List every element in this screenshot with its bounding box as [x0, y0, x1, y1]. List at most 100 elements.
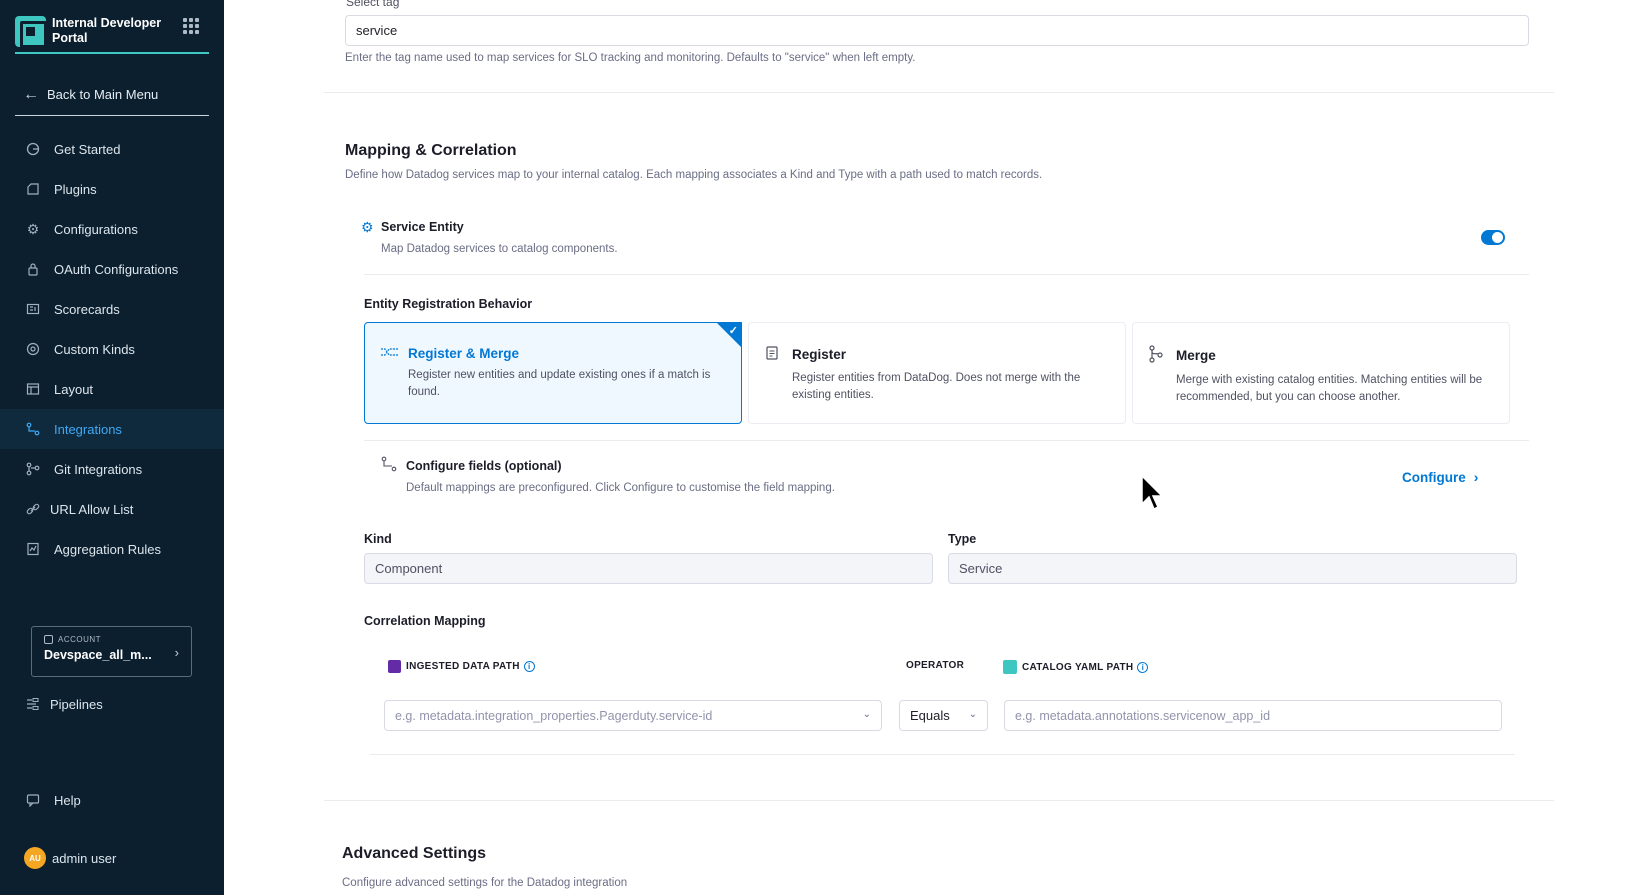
mouse-cursor-icon — [1141, 474, 1164, 511]
sidebar-item-git-integrations[interactable]: Git Integrations — [0, 449, 224, 489]
option-title: Register & Merge — [408, 345, 520, 361]
register-merge-icon — [380, 345, 402, 361]
sidebar-item-label: Layout — [54, 381, 94, 397]
info-icon[interactable]: i — [1137, 661, 1149, 673]
col-ingested-data-path: INGESTED DATA PATH i — [388, 660, 535, 673]
brand[interactable]: Internal Developer Portal — [15, 10, 209, 54]
col-label: CATALOG YAML PATH — [1022, 661, 1134, 673]
option-description: Merge with existing catalog entities. Ma… — [1176, 374, 1483, 403]
section-divider — [324, 92, 1554, 93]
sidebar-item-label: Configurations — [54, 221, 138, 237]
registration-title: Entity Registration Behavior — [364, 297, 533, 311]
sidebar-item-label: Pipelines — [50, 696, 103, 712]
option-register[interactable]: Register Register entities from DataDog.… — [748, 322, 1126, 424]
brand-title: Internal Developer Portal — [52, 16, 162, 45]
back-to-main-menu-button[interactable]: ← Back to Main Menu — [15, 74, 209, 116]
mapping-description: Define how Datadog services map to your … — [345, 169, 1043, 181]
mapping-title: Mapping & Correlation — [345, 142, 517, 159]
document-icon — [764, 345, 786, 364]
arrow-left-icon: ← — [23, 85, 39, 103]
kind-label: Kind — [364, 532, 392, 546]
sidebar-item-custom-kinds[interactable]: Custom Kinds — [0, 329, 224, 369]
sidebar-item-get-started[interactable]: Get Started — [0, 129, 224, 169]
sidebar-item-url-allow-list[interactable]: URL Allow List — [0, 489, 224, 529]
divider — [364, 274, 1529, 275]
sidebar-item-label: Scorecards — [54, 301, 120, 317]
type-label: Type — [948, 532, 977, 546]
chevron-right-icon: › — [174, 645, 179, 660]
sidebar-item-label: Help — [54, 792, 81, 808]
catalog-yaml-path-input[interactable]: e.g. metadata.annotations.servicenow_app… — [1004, 700, 1502, 731]
sidebar: Internal Developer Portal ← Back to Main… — [0, 0, 224, 895]
service-entity-description: Map Datadog services to catalog componen… — [381, 243, 618, 255]
info-icon[interactable]: i — [523, 661, 535, 672]
datadog-icon — [388, 660, 401, 673]
user-name: admin user — [52, 850, 117, 866]
main-content: Select tag service Enter the tag name us… — [224, 0, 1644, 895]
service-entity-title: Service Entity — [381, 220, 464, 234]
play-icon — [24, 140, 42, 158]
section-divider — [324, 800, 1554, 801]
sidebar-item-pipelines[interactable]: Pipelines — [0, 684, 224, 724]
divider — [364, 440, 1529, 441]
check-icon: ✓ — [728, 325, 738, 337]
avatar: AU — [24, 847, 46, 869]
sidebar-item-label: Plugins — [54, 181, 97, 197]
configure-button[interactable]: Configure › — [1402, 469, 1478, 485]
select-tag-help: Enter the tag name used to map services … — [345, 52, 916, 64]
sidebar-item-help[interactable]: Help — [0, 780, 224, 820]
option-merge[interactable]: Merge Merge with existing catalog entiti… — [1132, 322, 1510, 424]
sidebar-item-label: OAuth Configurations — [54, 261, 179, 277]
col-catalog-yaml-path: CATALOG YAML PATH i — [1003, 660, 1149, 674]
path-icon — [381, 456, 397, 477]
sidebar-item-oauth-configurations[interactable]: OAuth Configurations — [0, 249, 224, 289]
divider — [370, 754, 1515, 755]
col-label: INGESTED DATA PATH — [406, 661, 520, 672]
chevron-down-icon: ⌄ — [968, 709, 977, 720]
user-profile[interactable]: AU admin user — [0, 838, 224, 878]
option-register-merge[interactable]: ✓ Register & Merge Register new entities… — [364, 322, 742, 424]
settings-icon — [24, 340, 42, 358]
sidebar-item-label: Custom Kinds — [54, 341, 135, 357]
kind-field[interactable]: Component — [364, 553, 933, 584]
type-field[interactable]: Service — [948, 553, 1517, 584]
option-description: Register new entities and update existin… — [408, 369, 711, 398]
option-description: Register entities from DataDog. Does not… — [792, 372, 1081, 401]
sidebar-item-integrations[interactable]: Integrations — [0, 409, 224, 449]
advanced-title: Advanced Settings — [342, 845, 487, 862]
operator-value: Equals — [910, 708, 950, 723]
catalog-icon — [1003, 660, 1017, 674]
sidebar-item-label: Git Integrations — [54, 461, 143, 477]
select-tag-input[interactable]: service — [345, 15, 1529, 46]
gear-icon: ⚙ — [26, 220, 40, 237]
merge-icon — [1148, 345, 1170, 366]
lock-icon — [24, 260, 42, 278]
ingested-data-path-select[interactable]: e.g. metadata.integration_properties.Pag… — [384, 700, 882, 731]
service-entity-toggle[interactable] — [1481, 230, 1505, 245]
configure-label: Configure — [1402, 469, 1466, 485]
sidebar-item-configurations[interactable]: ⚙ Configurations — [0, 209, 224, 249]
sidebar-item-aggregation-rules[interactable]: Aggregation Rules — [0, 529, 224, 569]
sidebar-item-plugins[interactable]: Plugins — [0, 169, 224, 209]
option-title: Register — [792, 347, 847, 362]
idp-logo-icon — [15, 15, 47, 48]
link-icon — [24, 500, 42, 518]
col-label: OPERATOR — [906, 660, 965, 671]
layout-icon — [24, 380, 42, 398]
account-switcher[interactable]: ACCOUNT Devspace_all_m... › — [31, 626, 192, 677]
col-operator: OPERATOR — [906, 660, 964, 671]
sidebar-item-layout[interactable]: Layout — [0, 369, 224, 409]
gear-icon: ⚙ — [361, 219, 374, 235]
option-title: Merge — [1176, 348, 1216, 363]
operator-select[interactable]: Equals ⌄ — [899, 700, 988, 731]
rules-icon — [24, 540, 42, 558]
account-label: ACCOUNT — [44, 635, 179, 644]
ingested-placeholder: e.g. metadata.integration_properties.Pag… — [395, 708, 713, 723]
app-grid-icon[interactable] — [183, 18, 199, 34]
advanced-description: Configure advanced settings for the Data… — [342, 877, 628, 889]
sidebar-item-label: URL Allow List — [50, 501, 134, 517]
pipelines-icon — [24, 695, 42, 713]
chevron-down-icon: ⌄ — [862, 709, 871, 720]
sidebar-item-scorecards[interactable]: Scorecards — [0, 289, 224, 329]
select-tag-label: Select tag — [346, 0, 400, 9]
